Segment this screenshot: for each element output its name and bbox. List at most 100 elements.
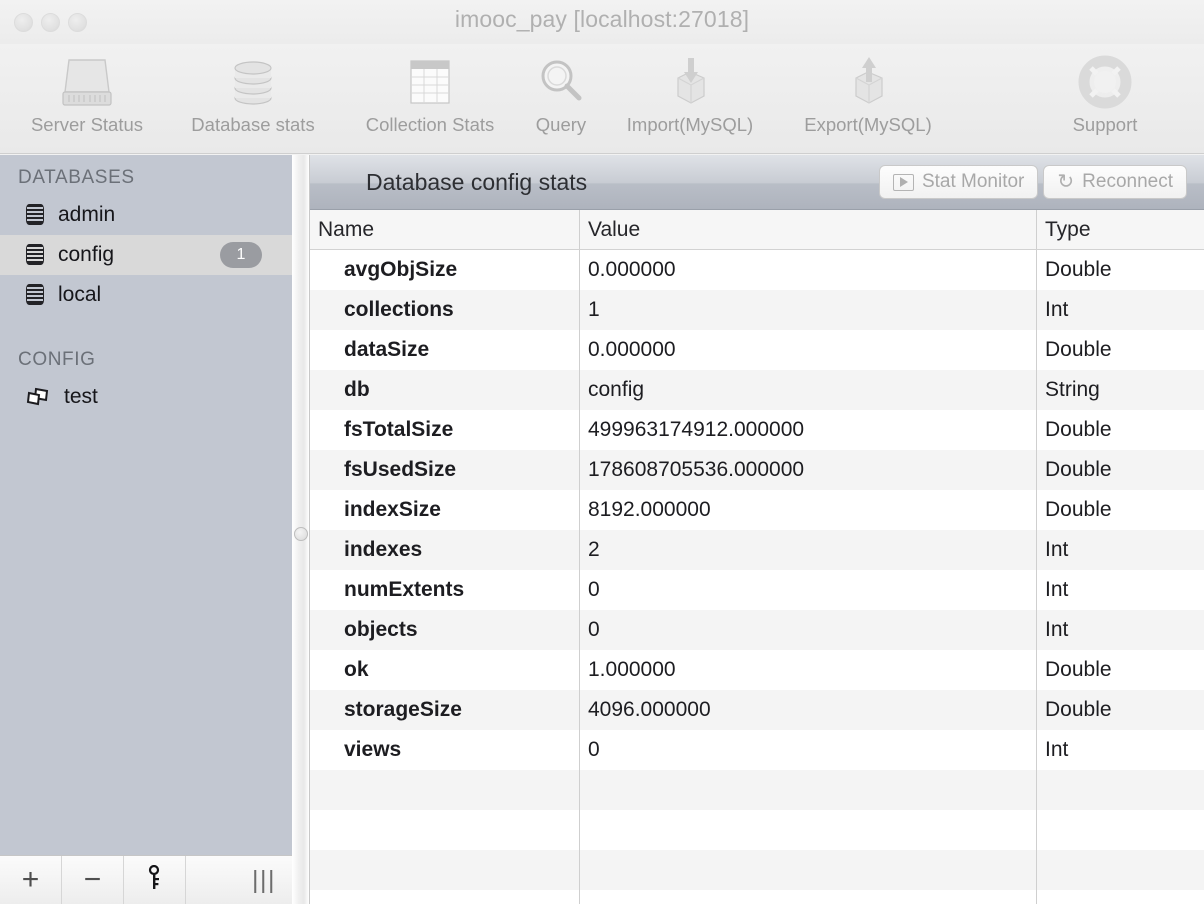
sidebar-splitter[interactable] <box>292 155 310 904</box>
cell-name: ok <box>344 658 369 681</box>
refresh-icon: ↻ <box>1057 171 1075 193</box>
table-row[interactable]: collections 1 Int <box>310 290 1204 330</box>
table-row[interactable]: fsTotalSize 499963174912.000000 Double <box>310 410 1204 450</box>
cell-type: Double <box>1036 410 1204 450</box>
cell-type: Double <box>1036 250 1204 290</box>
title-bar: imooc_pay [localhost:27018] <box>0 0 1204 44</box>
stat-monitor-button[interactable]: Stat Monitor <box>878 165 1039 199</box>
sidebar-item-admin[interactable]: admin <box>0 195 292 235</box>
cell-name: fsUsedSize <box>344 458 457 481</box>
empty-cell <box>1036 850 1204 890</box>
empty-cell <box>579 810 1036 850</box>
cell-value: config <box>579 370 1036 410</box>
table-row[interactable]: avgObjSize 0.000000 Double <box>310 250 1204 290</box>
toolbar-item-export-mysql[interactable]: Export(MySQL) <box>793 50 943 136</box>
minus-icon: − <box>83 863 102 896</box>
column-header-value[interactable]: Value <box>579 210 1036 249</box>
lifebuoy-icon <box>1075 50 1135 112</box>
bottom-bar-spacer <box>186 856 252 904</box>
auth-button[interactable] <box>124 856 186 904</box>
cell-type: Int <box>1036 570 1204 610</box>
table-row[interactable]: views 0 Int <box>310 730 1204 770</box>
sidebar-bottom-bar: + − ||| <box>0 855 292 904</box>
empty-cell <box>310 850 579 890</box>
stat-monitor-label: Stat Monitor <box>921 171 1025 192</box>
panel-header: Database config stats Stat Monitor ↻ Rec… <box>310 155 1204 210</box>
sidebar-item-label: admin <box>58 203 116 226</box>
table-empty-row <box>310 770 1204 810</box>
toolbar-label: Export(MySQL) <box>804 114 932 135</box>
cell-name: numExtents <box>344 578 465 601</box>
table-row[interactable]: db config String <box>310 370 1204 410</box>
column-header-type[interactable]: Type <box>1036 210 1204 249</box>
empty-cell <box>579 850 1036 890</box>
cell-name: indexSize <box>344 498 441 521</box>
table-row[interactable]: indexes 2 Int <box>310 530 1204 570</box>
toolbar-item-query[interactable]: Query <box>486 50 636 136</box>
cell-value: 2 <box>579 530 1036 570</box>
table-row[interactable]: dataSize 0.000000 Double <box>310 330 1204 370</box>
cell-type: Double <box>1036 330 1204 370</box>
table-empty-row <box>310 890 1204 904</box>
database-icon <box>26 204 44 226</box>
toolbar-label: Server Status <box>30 114 144 135</box>
import-cube-icon <box>660 50 720 112</box>
reconnect-label: Reconnect <box>1082 171 1173 192</box>
sidebar-item-label: local <box>58 283 102 306</box>
cell-name: db <box>344 378 370 401</box>
toolbar-label: Support <box>1072 114 1138 135</box>
cell-type: Int <box>1036 610 1204 650</box>
add-connection-button[interactable]: + <box>0 856 62 904</box>
cell-type: Double <box>1036 450 1204 490</box>
resize-grip-icon: ||| <box>252 865 276 894</box>
toolbar-label: Database stats <box>191 114 315 135</box>
toolbar-item-import-mysql[interactable]: Import(MySQL) <box>615 50 765 136</box>
reconnect-button[interactable]: ↻ Reconnect <box>1043 165 1187 199</box>
cell-value: 499963174912.000000 <box>579 410 1036 450</box>
toolbar-label: Query <box>535 114 587 135</box>
cell-name: indexes <box>344 538 423 561</box>
cell-name: views <box>344 738 402 761</box>
sidebar-item-test[interactable]: test <box>0 377 292 417</box>
cell-value: 4096.000000 <box>579 690 1036 730</box>
sidebar-section-header-databases: DATABASES <box>18 167 135 188</box>
database-icon <box>26 284 44 306</box>
plus-icon: + <box>21 863 40 896</box>
resize-handle[interactable]: ||| <box>252 856 292 904</box>
table-row[interactable]: ok 1.000000 Double <box>310 650 1204 690</box>
database-icon <box>26 244 44 266</box>
play-icon <box>892 173 914 191</box>
table-row[interactable]: objects 0 Int <box>310 610 1204 650</box>
empty-cell <box>1036 770 1204 810</box>
empty-cell <box>310 770 579 810</box>
column-header-name[interactable]: Name <box>310 210 579 249</box>
empty-cell <box>1036 890 1204 904</box>
sidebar-item-config[interactable]: config 1 <box>0 235 292 275</box>
empty-cell <box>310 890 579 904</box>
cell-type: Int <box>1036 730 1204 770</box>
table-row[interactable]: numExtents 0 Int <box>310 570 1204 610</box>
empty-cell <box>1036 810 1204 850</box>
toolbar-item-collection-stats[interactable]: Collection Stats <box>355 50 505 136</box>
table-empty-row <box>310 810 1204 850</box>
sidebar-item-local[interactable]: local <box>0 275 292 315</box>
table-row[interactable]: fsUsedSize 178608705536.000000 Double <box>310 450 1204 490</box>
cell-name: dataSize <box>344 338 430 361</box>
sidebar: DATABASES admin config 1 local CONFIG te… <box>0 155 292 855</box>
window-title: imooc_pay [localhost:27018] <box>454 6 750 32</box>
table-empty-row <box>310 850 1204 890</box>
toolbar-item-server-status[interactable]: Server Status <box>12 50 162 136</box>
cell-value: 0.000000 <box>579 250 1036 290</box>
table-row[interactable]: indexSize 8192.000000 Double <box>310 490 1204 530</box>
cell-type: Int <box>1036 530 1204 570</box>
toolbar-item-support[interactable]: Support <box>1030 50 1180 136</box>
toolbar-item-database-stats[interactable]: Database stats <box>178 50 328 136</box>
app-window: imooc_pay [localhost:27018] Server Statu… <box>0 0 1204 904</box>
splitter-grip[interactable] <box>294 527 308 541</box>
cell-type: String <box>1036 370 1204 410</box>
remove-connection-button[interactable]: − <box>62 856 124 904</box>
table-row[interactable]: storageSize 4096.000000 Double <box>310 690 1204 730</box>
toolbar: Server Status Database stats Collection … <box>0 44 1204 154</box>
cell-type: Double <box>1036 650 1204 690</box>
